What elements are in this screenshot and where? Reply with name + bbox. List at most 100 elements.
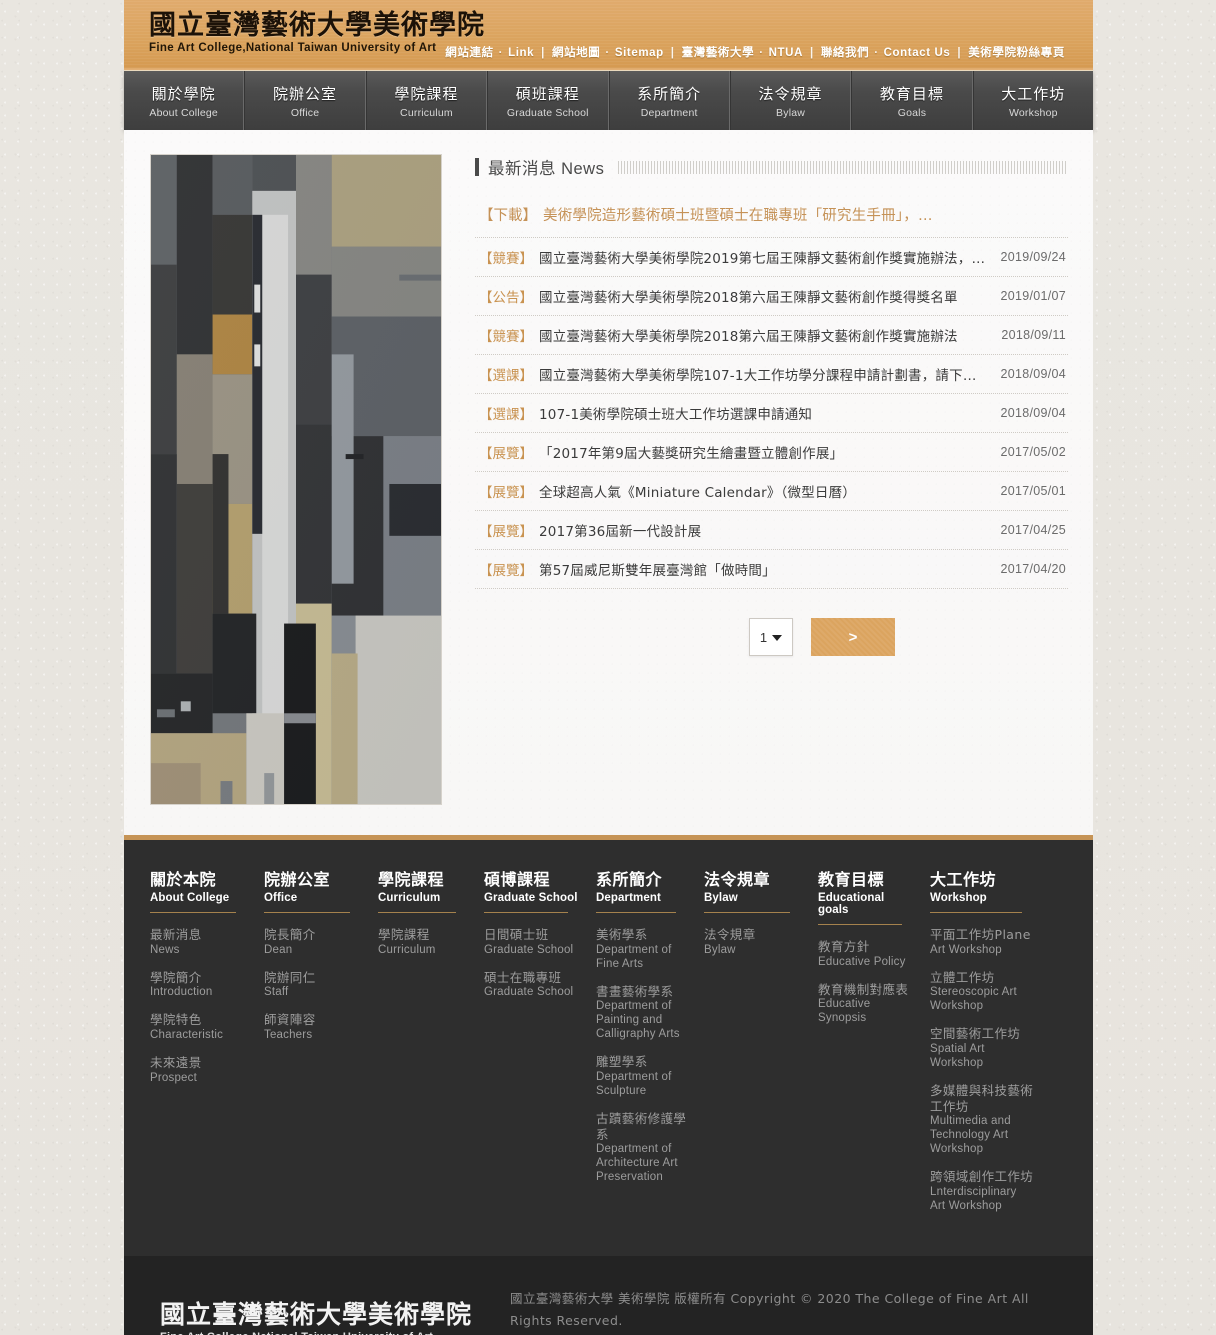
nav-item-bylaw[interactable]: 法令規章 Bylaw	[729, 71, 852, 130]
footer-link-news[interactable]: 最新消息 News	[150, 927, 248, 957]
footer-link-multimedia-workshop[interactable]: 多媒體與科技藝術工作坊 Multimedia and Technology Ar…	[930, 1083, 1034, 1156]
news-item[interactable]: 【展覽】 全球超高人氣《Miniature Calendar》（微型日曆） 20…	[475, 472, 1068, 511]
copyright-text: 國立臺灣藝術大學 美術學院 版權所有 Copyright © 2020 The …	[510, 1286, 1067, 1335]
nav-label-en: Goals	[897, 106, 927, 119]
footer-link-staff[interactable]: 院辦同仁 Staff	[264, 970, 362, 1000]
footer-link-day-masters[interactable]: 日間碩士班 Graduate School	[484, 927, 580, 957]
nav-label-en: Bylaw	[776, 106, 806, 119]
pagination: 1 >	[475, 618, 1068, 656]
footer-link-architecture-preservation[interactable]: 古蹟藝術修護學系 Department of Architecture Art …	[596, 1111, 688, 1184]
dot-separator: ·	[605, 47, 610, 59]
footer-link-stereoscopic-workshop[interactable]: 立體工作坊 Stereoscopic Art Workshop	[930, 970, 1034, 1014]
footer-col-educational-goals: 教育目標 Educational goals 教育方針 Educative Po…	[818, 866, 930, 1226]
utility-link-sitemap-cn[interactable]: 網站地圖	[552, 47, 600, 59]
footer-link-educative-synopsis[interactable]: 教育機制對應表 Educative Synopsis	[818, 982, 914, 1026]
news-item[interactable]: 【展覽】 第57屆威尼斯雙年展臺灣館「做時間」 2017/04/20	[475, 550, 1068, 589]
site-logo[interactable]: 國立臺灣藝術大學美術學院 Fine Art College,National T…	[149, 11, 485, 54]
utility-link-contact-cn[interactable]: 聯絡我們	[821, 47, 869, 59]
utility-link-ntua-cn[interactable]: 臺灣藝術大學	[682, 47, 755, 59]
footer-col-title-en: Curriculum	[378, 892, 441, 904]
footer-link-painting-calligraphy[interactable]: 書畫藝術學系 Department of Painting and Callig…	[596, 984, 688, 1042]
artwork-column	[150, 154, 442, 805]
news-date: 2017/04/25	[1000, 523, 1066, 537]
section-tick-icon	[475, 158, 479, 176]
footer-link-spatial-art-workshop[interactable]: 空間藝術工作坊 Spatial Art Workshop	[930, 1026, 1034, 1070]
footer-link-cn: 平面工作坊Plane	[930, 927, 1031, 942]
news-item-featured[interactable]: 【下載】 美術學院造形藝術碩士班暨碩士在職專班「研究生手冊」，…	[475, 193, 1068, 238]
news-item[interactable]: 【選課】 國立臺灣藝術大學美術學院107-1大工作坊學分課程申請計劃書，請下載。…	[475, 355, 1068, 394]
utility-link-facebook[interactable]: 美術學院粉絲專頁	[968, 47, 1065, 59]
footer-link-cn: 空間藝術工作坊	[930, 1026, 1021, 1042]
copyright-line-1: 國立臺灣藝術大學 美術學院 版權所有 Copyright © 2020 The …	[510, 1290, 1029, 1328]
utility-link-sitelink-cn[interactable]: 網站連結	[445, 47, 493, 59]
footer-link-cn: 多媒體與科技藝術工作坊	[930, 1082, 1034, 1114]
nav-item-department[interactable]: 系所簡介 Department	[608, 71, 730, 130]
nav-item-curriculum[interactable]: 學院課程 Curriculum	[365, 71, 488, 130]
footer-link-cn: 跨領域創作工作坊	[930, 1169, 1034, 1185]
footer-link-cn: 立體工作坊	[930, 969, 995, 985]
footer-copyright: 國立臺灣藝術大學美術學院 Fine Art College,National T…	[124, 1255, 1093, 1335]
footer-col-title-en: About College	[150, 892, 230, 904]
footer-link-curriculum[interactable]: 學院課程 Curriculum	[378, 927, 468, 957]
utility-link-sitelink-en[interactable]: Link	[508, 47, 534, 59]
news-item[interactable]: 【公告】 國立臺灣藝術大學美術學院2018第六屆王陳靜文藝術創作獎得獎名單 20…	[475, 277, 1068, 316]
page-root: 國立臺灣藝術大學美術學院 Fine Art College,National T…	[0, 0, 1216, 1335]
utility-link-ntua-en[interactable]: NTUA	[769, 47, 803, 59]
news-item[interactable]: 【展覽】 2017第36屆新一代設計展 2017/04/25	[475, 511, 1068, 550]
footer-link-cn: 學院簡介	[150, 969, 202, 985]
divider	[704, 912, 790, 913]
footer-col-title-en: Workshop	[930, 892, 987, 904]
dot-separator: ·	[874, 47, 879, 59]
page-select[interactable]: 1	[749, 618, 793, 656]
footer-link-en: Department of Fine Arts	[596, 943, 672, 970]
footer-link-cn: 雕塑學系	[596, 1054, 648, 1070]
divider	[818, 924, 902, 925]
footer-link-cn: 院長簡介	[264, 927, 316, 942]
footer-link-en: News	[150, 943, 180, 956]
news-tag: 【展覽】	[479, 524, 533, 540]
utility-link-contact-en[interactable]: Contact Us	[884, 47, 951, 59]
news-item[interactable]: 【展覽】 「2017年第9屆大藝獎研究生繪畫暨立體創作展」 2017/05/02	[475, 433, 1068, 472]
footer-link-dean[interactable]: 院長簡介 Dean	[264, 927, 362, 957]
footer-link-teachers[interactable]: 師資陣容 Teachers	[264, 1012, 362, 1042]
nav-label-en: Office	[290, 106, 320, 119]
footer-link-fine-arts[interactable]: 美術學系 Department of Fine Arts	[596, 927, 688, 971]
footer-link-sculpture[interactable]: 雕塑學系 Department of Sculpture	[596, 1054, 688, 1098]
nav-item-graduate-school[interactable]: 碩班課程 Graduate School	[487, 71, 609, 130]
main-content: 最新消息 News 【下載】 美術學院造形藝術碩士班暨碩士在職專班「研究生手冊」…	[124, 130, 1093, 835]
footer-link-cn: 學院特色	[150, 1012, 202, 1028]
footer-link-cn: 未來遠景	[150, 1054, 202, 1070]
footer-link-educative-policy[interactable]: 教育方針 Educative Policy	[818, 939, 914, 969]
news-list: 【下載】 美術學院造形藝術碩士班暨碩士在職專班「研究生手冊」，… 【競賽】 國立…	[475, 193, 1068, 589]
nav-item-goals[interactable]: 教育目標 Goals	[851, 71, 973, 130]
footer-link-introduction[interactable]: 學院簡介 Introduction	[150, 970, 248, 1000]
nav-item-workshop[interactable]: 大工作坊 Workshop	[972, 71, 1093, 130]
news-item[interactable]: 【競賽】 國立臺灣藝術大學美術學院2018第六屆王陳靜文藝術創作獎實施辦法 20…	[475, 316, 1068, 355]
news-title: 2017第36屆新一代設計展	[539, 524, 702, 540]
copyright-line-2: 本網站所有內容及圖片均不得以任何型式，予以重製或傳送	[510, 1332, 1067, 1335]
utility-link-sitemap-en[interactable]: Sitemap	[615, 47, 664, 59]
nav-item-about-college[interactable]: 關於學院 About College	[124, 71, 245, 130]
footer-link-characteristic[interactable]: 學院特色 Characteristic	[150, 1012, 248, 1042]
footer-link-interdisciplinary-workshop[interactable]: 跨領域創作工作坊 Lnterdisciplinary Art Workshop	[930, 1169, 1034, 1213]
footer-logo-cn: 國立臺灣藝術大學美術學院	[160, 1299, 473, 1329]
divider	[378, 912, 456, 913]
news-item[interactable]: 【競賽】 國立臺灣藝術大學美術學院2019第七屆王陳靜文藝術創作獎實施辦法，… …	[475, 238, 1068, 277]
nav-label-cn: 系所簡介	[637, 84, 702, 103]
footer-link-cn: 學院課程	[378, 927, 430, 942]
footer-link-cn: 最新消息	[150, 927, 202, 942]
footer-link-cn: 美術學系	[596, 927, 648, 942]
news-heading: 最新消息 News	[488, 160, 605, 178]
nav-item-office[interactable]: 院辦公室 Office	[244, 71, 366, 130]
footer-link-plane-art-workshop[interactable]: 平面工作坊Plane Art Workshop	[930, 927, 1034, 957]
divider	[930, 912, 1022, 913]
featured-artwork-image[interactable]	[150, 154, 442, 805]
footer-link-prospect[interactable]: 未來遠景 Prospect	[150, 1055, 248, 1085]
news-item[interactable]: 【選課】 107-1美術學院碩士班大工作坊選課申請通知 2018/09/04	[475, 394, 1068, 433]
footer-link-cn: 古蹟藝術修護學系	[596, 1110, 687, 1142]
next-page-button[interactable]: >	[811, 618, 895, 656]
footer-link-bylaw[interactable]: 法令規章 Bylaw	[704, 927, 802, 957]
footer-link-en: Educative Policy	[818, 955, 906, 968]
footer-link-inservice-masters[interactable]: 碩士在職專班 Graduate School	[484, 970, 580, 1000]
footer-col-graduate-school: 碩博課程 Graduate School 日間碩士班 Graduate Scho…	[484, 866, 596, 1226]
